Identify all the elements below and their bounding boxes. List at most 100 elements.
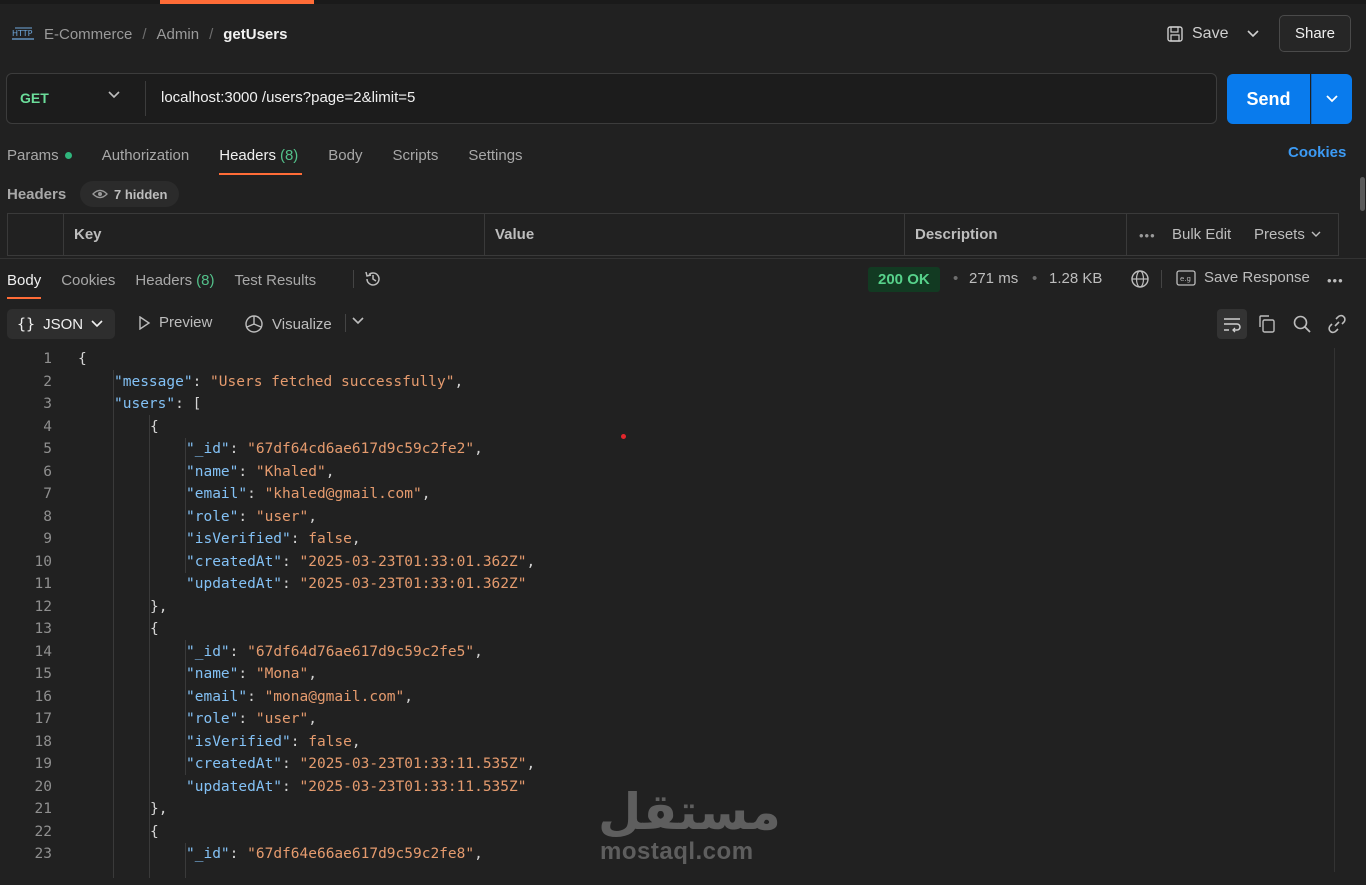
response-size[interactable]: 1.28 KB bbox=[1049, 270, 1102, 287]
copy-icon[interactable] bbox=[1252, 309, 1282, 339]
tab-headers[interactable]: Headers (8) bbox=[219, 144, 303, 175]
send-button[interactable]: Send bbox=[1227, 74, 1310, 124]
chevron-down-icon[interactable] bbox=[352, 317, 364, 325]
status-badge[interactable]: 200 OK bbox=[868, 267, 940, 292]
share-button[interactable]: Share bbox=[1279, 15, 1351, 52]
code-text: "updatedAt": "2025-03-23T01:33:11.535Z" bbox=[186, 776, 526, 799]
headers-section-title: Headers bbox=[7, 186, 67, 203]
json-punctuation: : bbox=[290, 531, 309, 547]
code-text: "updatedAt": "2025-03-23T01:33:01.362Z" bbox=[186, 573, 526, 596]
code-text: "name": "Mona", bbox=[186, 663, 317, 686]
line-number: 1 bbox=[43, 351, 52, 367]
tab-label: Headers bbox=[219, 146, 276, 164]
code-line: 6 "name": "Khaled", bbox=[0, 461, 1335, 484]
more-icon[interactable]: ••• bbox=[1139, 228, 1156, 243]
meta-separator: • bbox=[1032, 270, 1038, 287]
breadcrumb: HTTP E-Commerce / Admin / getUsers bbox=[12, 22, 287, 46]
request-tabs: Params Authorization Headers (8) Body Sc… bbox=[7, 144, 523, 175]
json-punctuation: : bbox=[229, 846, 248, 862]
request-scrollbar[interactable] bbox=[1360, 177, 1365, 211]
json-key: "_id" bbox=[186, 846, 230, 862]
code-line: 16 "email": "mona@gmail.com", bbox=[0, 686, 1335, 709]
json-key: "createdAt" bbox=[186, 756, 283, 772]
json-punctuation: , bbox=[526, 553, 536, 570]
line-number: 14 bbox=[34, 643, 52, 660]
json-punctuation: : bbox=[282, 778, 300, 795]
code-text: "email": "khaled@gmail.com", bbox=[186, 483, 430, 506]
http-icon: HTTP bbox=[12, 25, 34, 43]
json-punctuation: }, bbox=[150, 801, 168, 817]
json-punctuation: : bbox=[238, 508, 256, 525]
tab-response-headers[interactable]: Headers (8) bbox=[135, 270, 214, 290]
method-select[interactable]: GET bbox=[20, 90, 49, 106]
code-text: "isVerified": false, bbox=[186, 731, 361, 754]
json-punctuation: : bbox=[238, 463, 256, 480]
search-icon[interactable] bbox=[1287, 309, 1317, 339]
tab-label: Headers bbox=[135, 271, 193, 289]
line-number: 16 bbox=[34, 688, 52, 705]
line-number: 5 bbox=[43, 441, 52, 457]
code-text: "users": [ bbox=[114, 393, 201, 416]
tab-test-results[interactable]: Test Results bbox=[234, 270, 316, 290]
link-icon[interactable] bbox=[1322, 309, 1352, 339]
globe-icon[interactable] bbox=[1130, 269, 1150, 289]
watermark-logo: مستقل bbox=[598, 783, 781, 841]
tab-response-cookies[interactable]: Cookies bbox=[61, 270, 115, 290]
tab-label: Params bbox=[7, 146, 59, 164]
preview-button[interactable]: Preview bbox=[137, 314, 212, 331]
response-time[interactable]: 271 ms bbox=[969, 270, 1018, 287]
json-string: "2025-03-23T01:33:01.362Z" bbox=[299, 576, 527, 592]
visualize-icon bbox=[244, 314, 264, 334]
json-punctuation: , bbox=[351, 531, 361, 547]
tab-body[interactable]: Body bbox=[328, 144, 362, 166]
json-punctuation: , bbox=[454, 373, 464, 390]
cookies-link[interactable]: Cookies bbox=[1288, 144, 1346, 161]
code-line: 11 "updatedAt": "2025-03-23T01:33:01.362Z… bbox=[0, 573, 1335, 596]
presets-dropdown[interactable]: Presets bbox=[1254, 226, 1321, 243]
url-input[interactable]: localhost:3000 /users?page=2&limit=5 bbox=[161, 89, 415, 106]
breadcrumb-collection[interactable]: E-Commerce bbox=[44, 26, 132, 43]
line-number: 10 bbox=[34, 553, 52, 570]
bulk-edit-button[interactable]: Bulk Edit bbox=[1172, 226, 1231, 243]
code-text: "role": "user", bbox=[186, 506, 317, 529]
save-options-button[interactable] bbox=[1242, 24, 1264, 44]
history-icon[interactable] bbox=[363, 269, 383, 289]
code-text: "createdAt": "2025-03-23T01:33:01.362Z", bbox=[186, 551, 535, 574]
tab-scripts[interactable]: Scripts bbox=[393, 144, 439, 166]
breadcrumb-folder[interactable]: Admin bbox=[157, 26, 200, 43]
code-line: 18 "isVerified": false, bbox=[0, 731, 1335, 754]
svg-text:HTTP: HTTP bbox=[12, 29, 33, 38]
tab-label: Scripts bbox=[392, 146, 439, 164]
chevron-down-icon[interactable] bbox=[108, 91, 120, 99]
tab-label: Test Results bbox=[234, 271, 317, 289]
params-active-dot bbox=[64, 151, 72, 159]
code-scrollbar[interactable] bbox=[1334, 348, 1335, 872]
save-response-button[interactable]: e.g Save Response bbox=[1176, 269, 1310, 286]
tab-settings[interactable]: Settings bbox=[468, 144, 522, 166]
wrap-icon[interactable] bbox=[1217, 309, 1247, 339]
line-number: 23 bbox=[34, 846, 52, 862]
request-name[interactable]: getUsers bbox=[223, 26, 287, 43]
line-number: 18 bbox=[34, 733, 52, 750]
panel-divider[interactable] bbox=[0, 258, 1366, 259]
json-punctuation: : bbox=[282, 756, 300, 772]
more-icon[interactable]: ••• bbox=[1327, 273, 1344, 288]
code-text: "_id": "67df64cd6ae617d9c59c2fe2", bbox=[186, 438, 483, 461]
save-button[interactable]: Save bbox=[1166, 20, 1228, 48]
tab-response-body[interactable]: Body bbox=[7, 270, 42, 299]
json-punctuation: , bbox=[325, 463, 335, 480]
send-options-button[interactable] bbox=[1311, 74, 1352, 124]
divider bbox=[353, 270, 354, 288]
tab-label: Authorization bbox=[101, 146, 190, 164]
code-line: 14 "_id": "67df64d76ae617d9c59c2fe5", bbox=[0, 641, 1335, 664]
visualize-button[interactable]: Visualize bbox=[244, 314, 332, 334]
json-punctuation: { bbox=[150, 621, 159, 637]
code-text: "_id": "67df64e66ae617d9c59c2fe8", bbox=[186, 843, 483, 866]
code-text: { bbox=[150, 618, 159, 641]
tab-params[interactable]: Params bbox=[7, 144, 72, 166]
tab-authorization[interactable]: Authorization bbox=[102, 144, 190, 166]
format-dropdown[interactable]: {} JSON bbox=[7, 309, 115, 339]
chevron-down-icon bbox=[91, 320, 103, 328]
hidden-headers-toggle[interactable]: 7 hidden bbox=[80, 181, 180, 207]
watermark-text: mostaql.com bbox=[600, 838, 754, 865]
